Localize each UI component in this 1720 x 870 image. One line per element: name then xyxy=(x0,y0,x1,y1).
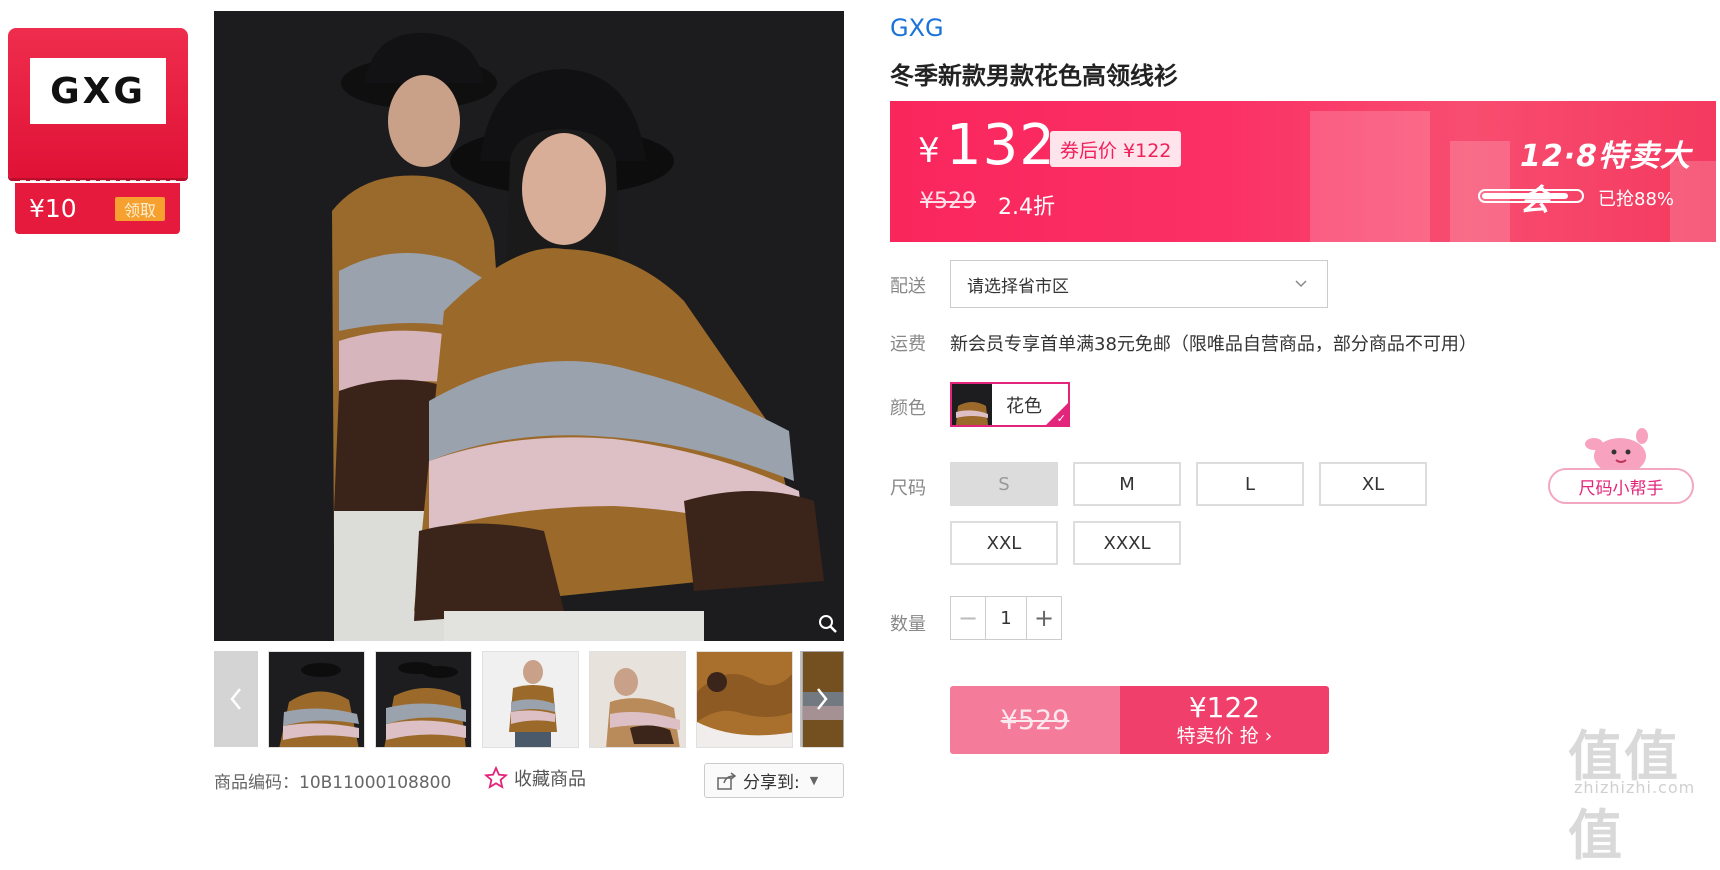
size-option-xxl[interactable]: XXL xyxy=(950,521,1058,565)
size-label: 尺码 xyxy=(890,478,926,499)
share-dropdown[interactable]: 分享到: ▼ xyxy=(704,763,844,798)
sold-progress-bar xyxy=(1478,189,1584,203)
size-option-s[interactable]: S xyxy=(950,462,1058,506)
sold-percentage: 已抢88% xyxy=(1598,189,1675,210)
thumbnail-5[interactable] xyxy=(696,651,793,748)
thumbnail-next-button[interactable] xyxy=(800,651,844,747)
product-photo xyxy=(214,11,844,641)
sold-progress-fill xyxy=(1482,193,1568,199)
size-helper[interactable]: 尺码小帮手 xyxy=(1548,426,1694,506)
after-coupon-price: 券后价 ¥122 xyxy=(1050,131,1182,167)
site-watermark: 值值值 zhizhizhi.com xyxy=(1568,712,1718,867)
quantity-label: 数量 xyxy=(890,614,926,635)
delivery-label: 配送 xyxy=(890,276,926,297)
favorite-button[interactable]: 收藏商品 xyxy=(484,765,586,791)
brand-logo: GXG xyxy=(30,58,166,124)
coupon-envelope: GXG xyxy=(8,28,188,178)
price-currency: ¥ xyxy=(918,131,940,171)
region-select[interactable]: 请选择省市区 xyxy=(950,260,1328,308)
color-swatch-image xyxy=(952,384,992,425)
coupon-ticket[interactable]: ¥10 领取 xyxy=(15,183,180,234)
chevron-right-icon xyxy=(817,688,828,710)
star-icon xyxy=(484,766,508,789)
magnifier-icon[interactable] xyxy=(816,612,840,636)
buy-button[interactable]: ¥529 ¥122 特卖价 抢 › xyxy=(950,686,1329,754)
chevron-left-icon xyxy=(230,688,241,710)
original-price: ¥529 xyxy=(920,189,976,214)
favorite-label: 收藏商品 xyxy=(514,769,586,790)
coupon-amount: ¥10 xyxy=(29,194,77,223)
brand-link[interactable]: GXG xyxy=(890,14,944,42)
shipping-label: 运费 xyxy=(890,334,926,355)
buy-original-price: ¥529 xyxy=(950,686,1120,754)
brand-coupon-card[interactable]: GXG ¥10 领取 xyxy=(8,28,188,234)
coupon-divider xyxy=(20,180,176,182)
color-option-selected[interactable]: 花色 ✓ xyxy=(950,382,1070,427)
size-option-xl[interactable]: XL xyxy=(1319,462,1427,506)
thumbnail-prev-button[interactable] xyxy=(214,651,258,747)
share-label: 分享到: xyxy=(743,773,800,793)
claim-coupon-button[interactable]: 领取 xyxy=(115,197,165,221)
brand-logo-text: GXG xyxy=(50,70,146,112)
discount-rate: 2.4折 xyxy=(998,195,1055,220)
buy-price: ¥122 xyxy=(1188,691,1261,724)
size-helper-button[interactable]: 尺码小帮手 xyxy=(1548,468,1694,504)
banner-building-decoration xyxy=(1310,111,1430,242)
quantity-decrease-button[interactable]: − xyxy=(951,597,985,639)
thumbnail-3[interactable] xyxy=(482,651,579,748)
thumbnail-2[interactable] xyxy=(375,651,472,748)
size-option-m[interactable]: M xyxy=(1073,462,1181,506)
shipping-info: 新会员专享首单满38元免邮（限唯品自营商品，部分商品不可用） xyxy=(950,334,1477,355)
thumbnail-4[interactable] xyxy=(589,651,686,748)
region-select-placeholder: 请选择省市区 xyxy=(967,276,1069,297)
product-main-image[interactable] xyxy=(214,11,844,641)
price-banner: ¥ 132 券后价 ¥122 ¥529 2.4折 12·8特卖大会 已抢88% xyxy=(890,101,1716,242)
color-label: 颜色 xyxy=(890,398,926,419)
quantity-value[interactable]: 1 xyxy=(985,597,1027,639)
color-option-label: 花色 xyxy=(1006,395,1042,417)
check-icon: ✓ xyxy=(1056,412,1066,425)
chevron-down-icon xyxy=(1295,280,1307,288)
quantity-stepper: − 1 + xyxy=(950,596,1062,640)
size-option-l[interactable]: L xyxy=(1196,462,1304,506)
current-price: 132 xyxy=(946,113,1056,178)
share-icon xyxy=(717,771,737,790)
quantity-increase-button[interactable]: + xyxy=(1027,597,1061,639)
mascot-icon xyxy=(1585,428,1648,474)
watermark-url: zhizhizhi.com xyxy=(1574,778,1696,797)
buy-action-label: 特卖价 抢 › xyxy=(1176,725,1273,747)
product-code: 商品编码：10B11000108800 xyxy=(214,773,452,793)
thumbnail-1[interactable] xyxy=(268,651,365,748)
buy-action[interactable]: ¥122 特卖价 抢 › xyxy=(1120,686,1329,754)
caret-down-icon: ▼ xyxy=(809,774,819,787)
size-option-xxxl[interactable]: XXXL xyxy=(1073,521,1181,565)
product-title: 冬季新款男款花色高领线衫 xyxy=(890,62,1178,90)
